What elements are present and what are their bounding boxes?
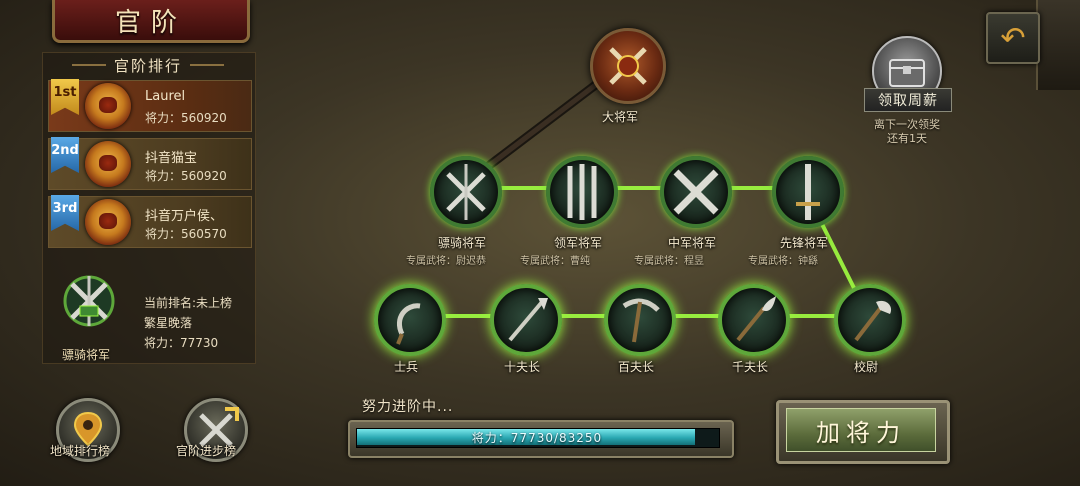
rank-node-bottom-2-label: 十夫长 [503,360,540,374]
rank-node-bottom-2[interactable] [490,284,562,356]
rank-node-middle-4[interactable] [772,156,844,228]
add-power-button[interactable]: 加将力 [786,408,936,452]
rank-node-middle-1-label: 骠骑将军 [437,236,486,250]
salary-note-line2: 还有1天 [887,132,927,145]
glaive-icon [736,296,776,342]
rank-node-middle-3-general: 专属武将：程昱 [634,256,704,267]
general-emblem-icon [609,47,647,85]
triple-swords-icon [567,164,597,220]
rank-node-middle-2-general: 专属武将：曹纯 [520,256,590,267]
rank-node-bottom-5-label: 校尉 [853,360,878,374]
spear-icon [508,298,548,342]
progress-status: 努力进阶中... [362,399,454,415]
weekly-salary-label[interactable]: 领取周薪 [864,88,952,112]
rank-node-bottom-3[interactable] [604,284,676,356]
rank-node-top[interactable] [590,28,666,104]
rank-node-bottom-4[interactable] [718,284,790,356]
rank-node-middle-1-general: 专属武将：尉迟恭 [406,256,486,267]
rank-node-middle-1[interactable] [430,156,502,228]
axe-icon [854,300,892,342]
rank-node-bottom-4-label: 千夫长 [731,360,768,374]
rank-node-middle-2-label: 领军将军 [553,236,602,250]
single-sword-icon [796,164,820,220]
corner-decoration [1036,0,1080,90]
rank-node-bottom-1[interactable] [374,284,446,356]
progress-text: 将力：77730/83250 [471,430,603,445]
pickaxe-icon [622,298,660,343]
rank-node-bottom-1-label: 士兵 [393,360,418,374]
rank-node-bottom-3-label: 百夫长 [617,360,654,374]
rank-node-middle-3-label: 中军将军 [667,236,716,250]
crossed-blades-icon [673,169,719,215]
rank-node-middle-4-general: 专属武将：钟繇 [748,256,818,267]
rank-node-top-label: 大将军 [602,110,639,124]
sickle-icon [396,303,421,345]
rank-node-middle-4-label: 先锋将军 [779,236,828,250]
crossed-swords-icon [446,164,486,220]
rank-node-bottom-5[interactable] [834,284,906,356]
rank-node-middle-2[interactable] [546,156,618,228]
back-button[interactable]: ↶ [986,12,1040,64]
rank-node-middle-3[interactable] [660,156,732,228]
back-arrow-icon: ↶ [1000,20,1026,56]
